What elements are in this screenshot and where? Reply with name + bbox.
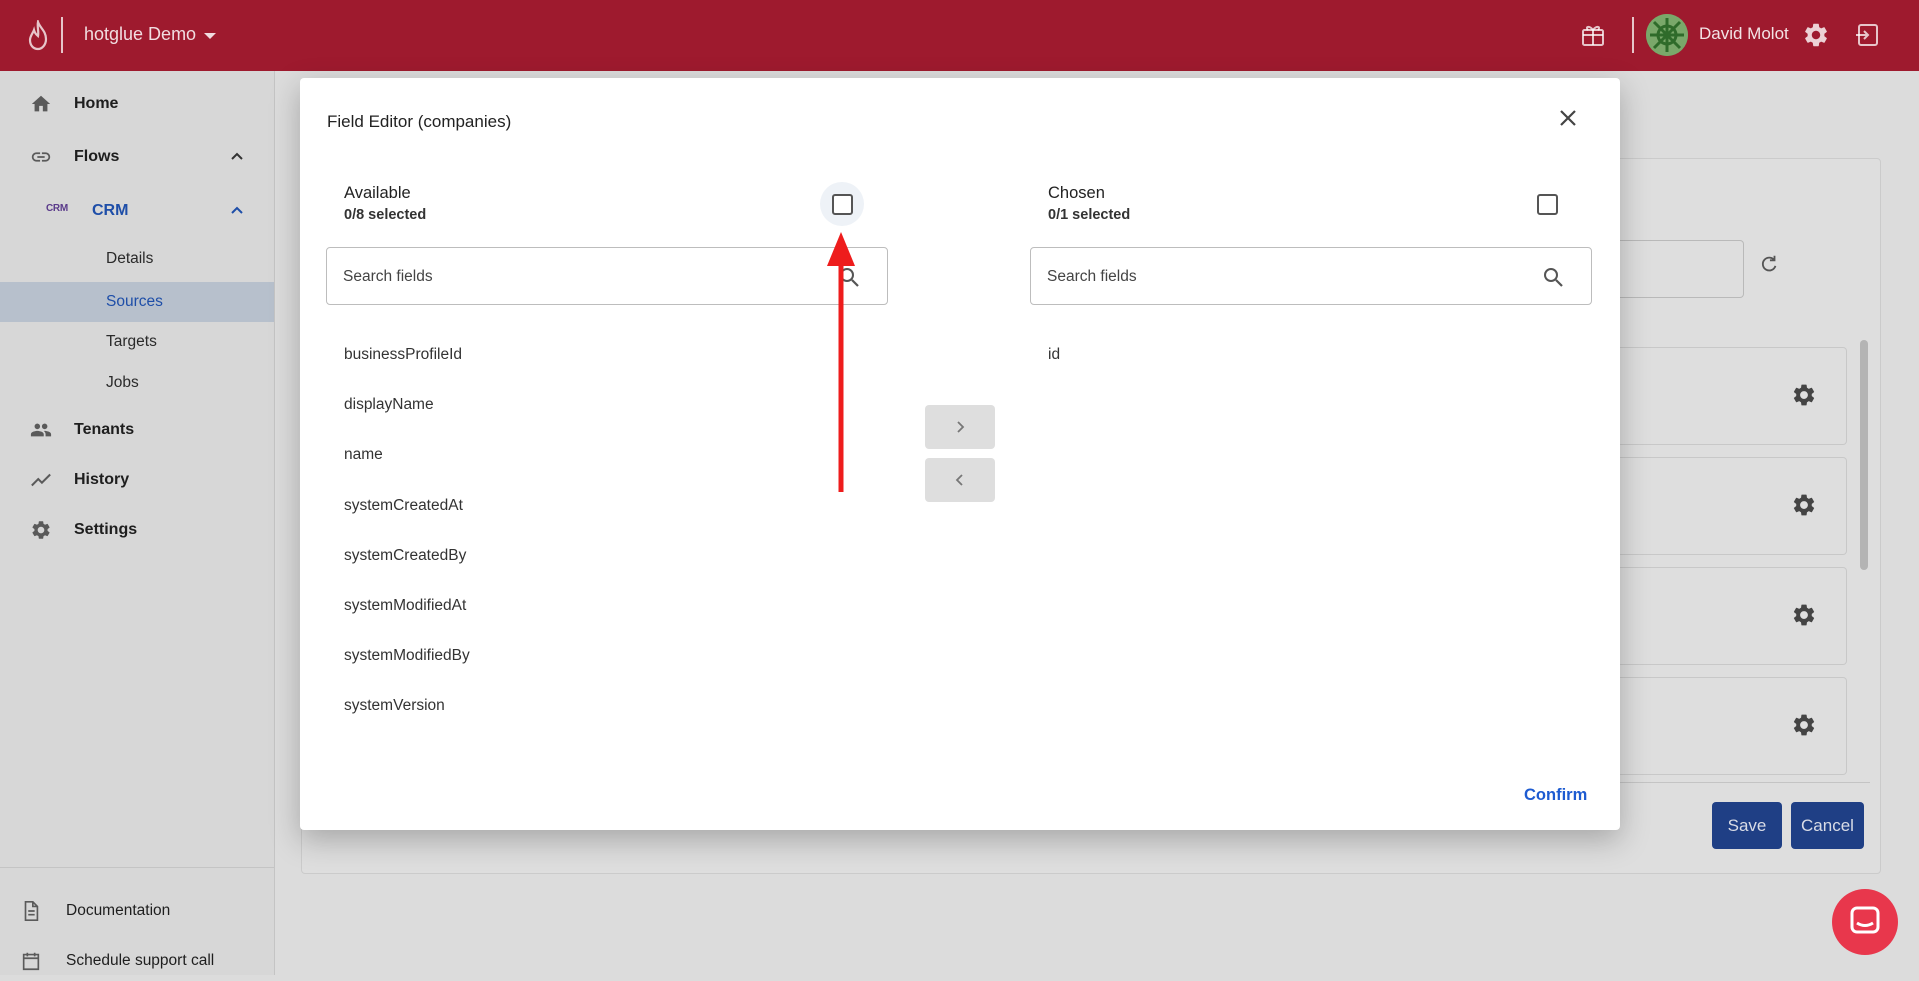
cancel-button: Cancel (1791, 802, 1864, 849)
sidebar-item-label: Documentation (66, 902, 171, 919)
dialog-title: Field Editor (companies) (327, 112, 512, 131)
link-icon (31, 152, 51, 162)
scrollbar (1860, 340, 1868, 570)
document-icon (24, 901, 39, 921)
list-item[interactable]: systemModifiedAt (344, 597, 466, 615)
org-selector[interactable]: hotglue Demo (84, 24, 217, 45)
gear-icon (32, 521, 50, 539)
chevron-right-icon (957, 421, 965, 433)
sidebar-item-schedule-support[interactable]: Schedule support call (0, 941, 274, 981)
sidebar-item-history[interactable]: History (0, 460, 274, 500)
sidebar-item-tenants[interactable]: Tenants (0, 410, 274, 450)
chosen-count: 0/1 selected (1048, 207, 1131, 223)
sidebar: Home Flows CRM CRM Details Sources Targe… (0, 71, 275, 975)
save-button: Save (1712, 802, 1782, 849)
list-item[interactable]: systemCreatedAt (344, 497, 463, 515)
sidebar-item-documentation[interactable]: Documentation (0, 891, 274, 931)
sidebar-item-details[interactable]: Details (0, 239, 274, 279)
user-name[interactable]: David Molot (1699, 24, 1789, 44)
chosen-title: Chosen (1048, 184, 1105, 202)
flame-logo-icon[interactable] (24, 20, 52, 52)
chevron-left-icon (955, 474, 963, 486)
chosen-search (1030, 247, 1592, 305)
sidebar-item-label: Details (106, 250, 154, 267)
gear-icon (1793, 494, 1815, 516)
list-item[interactable]: systemVersion (344, 697, 445, 715)
chat-launcher-button[interactable] (1832, 889, 1898, 955)
sidebar-item-flows[interactable]: Flows (0, 137, 274, 177)
gear-icon (1793, 604, 1815, 626)
divider (1620, 782, 1870, 783)
chevron-up-icon[interactable] (229, 149, 245, 165)
sidebar-item-label: Targets (106, 333, 157, 350)
divider (0, 867, 274, 868)
checkbox[interactable] (831, 193, 853, 215)
search-icon (1544, 268, 1563, 287)
checkbox[interactable] (1536, 193, 1558, 215)
list-item[interactable]: name (344, 446, 383, 464)
gear-icon (1793, 384, 1815, 406)
sidebar-item-crm[interactable]: CRM CRM (0, 191, 274, 231)
sidebar-item-sources[interactable]: Sources (0, 282, 274, 322)
sidebar-item-label: Home (74, 95, 119, 112)
chevron-up-icon[interactable] (229, 203, 245, 219)
sidebar-item-settings[interactable]: Settings (0, 510, 274, 550)
sidebar-item-jobs[interactable]: Jobs (0, 363, 274, 403)
list-item[interactable]: id (1048, 346, 1060, 364)
crm-logo-icon: CRM (46, 203, 68, 214)
trending-icon (31, 473, 51, 487)
list-item[interactable]: displayName (344, 396, 434, 414)
sidebar-item-label: Tenants (74, 421, 135, 438)
sidebar-item-label: History (74, 471, 130, 488)
search-input-background (1620, 240, 1744, 298)
divider (1632, 17, 1634, 53)
move-left-button[interactable] (925, 458, 995, 502)
org-name: hotglue Demo (84, 24, 197, 44)
annotation-arrow-icon (827, 232, 855, 492)
sidebar-item-targets[interactable]: Targets (0, 322, 274, 362)
available-search (326, 247, 888, 305)
sidebar-item-home[interactable]: Home (0, 84, 274, 124)
gear-icon[interactable] (1802, 21, 1830, 49)
gear-icon (1793, 714, 1815, 736)
sidebar-item-label: Flows (74, 148, 120, 165)
available-title: Available (344, 184, 411, 202)
field-editor-dialog: Field Editor (companies) Available 0/8 s… (300, 78, 1620, 830)
sidebar-item-label: Schedule support call (66, 952, 215, 969)
available-count: 0/8 selected (344, 207, 427, 223)
close-icon[interactable] (1553, 103, 1583, 133)
move-right-button[interactable] (925, 405, 995, 449)
calendar-icon (22, 952, 40, 971)
list-item[interactable]: systemCreatedBy (344, 547, 466, 565)
select-all-available-checkbox[interactable] (820, 182, 864, 226)
select-all-chosen-checkbox[interactable] (1525, 182, 1569, 226)
refresh-icon (1761, 255, 1777, 272)
logout-icon[interactable] (1854, 21, 1882, 49)
divider (61, 17, 63, 53)
top-bar: hotglue Demo David Molot (0, 0, 1919, 71)
list-item[interactable]: businessProfileId (344, 346, 462, 364)
chosen-search-input[interactable] (1045, 262, 1529, 292)
sidebar-item-label: Settings (74, 521, 138, 538)
gift-icon[interactable] (1579, 21, 1607, 49)
available-search-input[interactable] (341, 262, 825, 292)
people-icon (30, 423, 52, 437)
confirm-button[interactable]: Confirm (1524, 786, 1587, 805)
sidebar-item-label: Jobs (106, 374, 139, 391)
home-icon (31, 95, 51, 112)
avatar[interactable] (1646, 14, 1688, 56)
sidebar-item-label: Sources (106, 293, 163, 310)
sidebar-item-label: CRM (92, 202, 129, 219)
chat-icon (1850, 906, 1880, 934)
list-item[interactable]: systemModifiedBy (344, 647, 470, 665)
caret-down-icon (204, 32, 217, 39)
